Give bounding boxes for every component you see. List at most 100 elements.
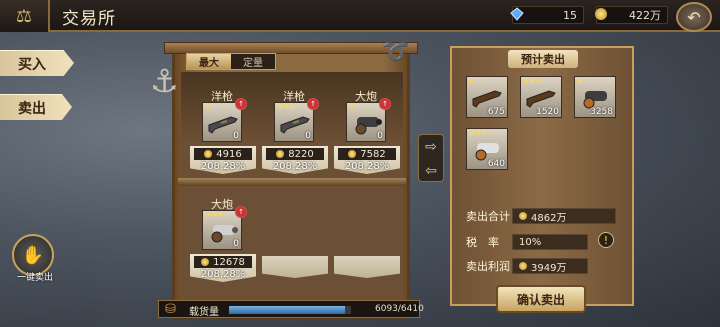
item-stars: ★★★	[205, 211, 224, 219]
item-stars: ★	[205, 103, 212, 111]
musket-icon	[526, 90, 556, 108]
transfer-arrows: ⇨ ⇦	[418, 134, 444, 182]
coin-icon	[201, 258, 210, 266]
total-label: 卖出合计	[466, 210, 510, 223]
coin-icon	[276, 150, 285, 158]
item-card[interactable]: ★ ↑ 0	[346, 98, 391, 142]
gem-icon	[507, 4, 527, 24]
item-card[interactable]: ★★★ ↑ 0	[274, 98, 319, 142]
top-bar: ⚖ 交易所 15 422万 ↶	[0, 0, 720, 32]
tax-label: 税 率	[466, 236, 499, 249]
coin-icon	[348, 150, 357, 158]
price-plate: 7582 208.28%	[334, 146, 400, 174]
capacity-label: 载货量	[189, 307, 219, 318]
price-box: 12678	[194, 256, 252, 268]
coin-icon	[519, 212, 527, 220]
capacity-fill	[229, 306, 345, 314]
hot-badge-icon: ↑	[235, 206, 247, 218]
item-stars: ★	[349, 103, 356, 111]
tax-box: 10%	[512, 234, 588, 250]
item-qty: 675	[487, 107, 505, 117]
item-price: 8220	[288, 148, 314, 160]
item-qty: 0	[233, 131, 239, 141]
gold-counter: 422万	[595, 6, 668, 24]
tax-value: 10%	[519, 236, 542, 248]
sell-all-label: 一键卖出	[16, 273, 53, 283]
shelf-board	[178, 178, 406, 186]
preview-item[interactable]: ★ 675	[466, 76, 508, 118]
item-qty: 0	[377, 131, 383, 141]
item-price: 4916	[216, 148, 242, 160]
cannon-icon	[583, 91, 607, 109]
price-box: 4916	[194, 148, 252, 160]
coin-icon	[591, 4, 611, 24]
item-price: 12678	[213, 256, 245, 268]
arrow-left-icon[interactable]: ⇦	[419, 159, 443, 183]
tax-row: 税 率 10%	[466, 234, 588, 250]
coins-hand-icon: ✋	[21, 244, 45, 266]
empty-slot[interactable]	[262, 256, 328, 278]
item-stars: ★★★	[277, 103, 296, 111]
coin-icon	[204, 150, 213, 158]
preview-item[interactable]: ★★★ 640	[466, 128, 508, 170]
arrow-right-icon[interactable]: ⇨	[419, 135, 443, 159]
item-qty: 3258	[590, 107, 613, 117]
tab-buy[interactable]: 买入	[0, 50, 74, 76]
shelf-item[interactable]: 洋枪 ★★★ ↑ 0 8220 208.28%	[262, 88, 328, 174]
empty-slot[interactable]	[334, 256, 400, 278]
hot-badge-icon: ↑	[235, 98, 247, 110]
preview-item[interactable]: ★★★ 1520	[520, 76, 562, 118]
capacity-value: 6093/6410	[375, 304, 424, 314]
item-qty: 0	[233, 239, 239, 249]
item-qty: 640	[487, 159, 505, 169]
item-percent: 208.28%	[272, 161, 318, 172]
filter-tabs: 最大 定量	[186, 53, 276, 70]
item-stars: ★★★	[469, 129, 488, 137]
item-percent: 208.28%	[200, 161, 246, 172]
item-card[interactable]: ★★★ ↑ 0	[202, 206, 247, 250]
profit-box: 3949万	[512, 258, 588, 274]
price-plate: 8220 208.28%	[262, 146, 328, 174]
gem-counter: 15	[510, 6, 584, 24]
gold-count: 422万	[629, 9, 661, 22]
panel-title: 预计卖出	[508, 50, 578, 68]
item-percent: 208.28%	[200, 269, 246, 280]
anchor-icon: ⚓	[150, 62, 179, 100]
profit-value: 3949万	[531, 262, 567, 274]
gem-count: 15	[563, 8, 577, 22]
item-card[interactable]: ★ ↑ 0	[202, 98, 247, 142]
price-plate: 12678 208.28%	[190, 254, 256, 282]
hot-badge-icon: ↑	[379, 98, 391, 110]
confirm-sell-button[interactable]: 确认卖出	[496, 285, 586, 313]
tab-max[interactable]: 最大	[187, 54, 231, 69]
barrel-icon: ⛁	[165, 302, 176, 317]
total-value: 4862万	[531, 212, 567, 224]
total-row: 卖出合计 4862万	[466, 208, 616, 224]
shelf-item[interactable]: 大炮 ★★★ ↑ 0 12678 208.28%	[190, 196, 256, 282]
price-plate: 4916 208.28%	[190, 146, 256, 174]
hot-badge-icon: ↑	[307, 98, 319, 110]
cannon-icon	[475, 143, 499, 161]
shelf-item[interactable]: 洋枪 ★ ↑ 0 4916 208.28%	[190, 88, 256, 174]
coin-icon	[519, 262, 527, 270]
item-stars: ★	[577, 77, 584, 85]
tab-fixed[interactable]: 定量	[231, 54, 275, 69]
profit-label: 卖出利润	[466, 260, 510, 273]
item-price: 7582	[360, 148, 386, 160]
rope-icon: ➰	[382, 40, 410, 65]
item-stars: ★	[469, 77, 476, 85]
profit-row: 卖出利润 3949万	[466, 258, 588, 274]
item-stars: ★★★	[523, 77, 542, 85]
back-button[interactable]: ↶	[676, 2, 712, 32]
shelf-item[interactable]: 大炮 ★ ↑ 0 7582 208.28%	[334, 88, 400, 174]
info-icon[interactable]: !	[598, 232, 614, 248]
item-percent: 208.28%	[344, 161, 390, 172]
item-qty: 1520	[536, 107, 559, 117]
tab-sell[interactable]: 卖出	[0, 94, 72, 120]
price-box: 8220	[266, 148, 324, 160]
item-qty: 0	[305, 131, 311, 141]
scales-icon: ⚖	[0, 0, 50, 32]
musket-icon	[472, 90, 502, 108]
preview-item[interactable]: ★ 3258	[574, 76, 616, 118]
price-box: 7582	[338, 148, 396, 160]
